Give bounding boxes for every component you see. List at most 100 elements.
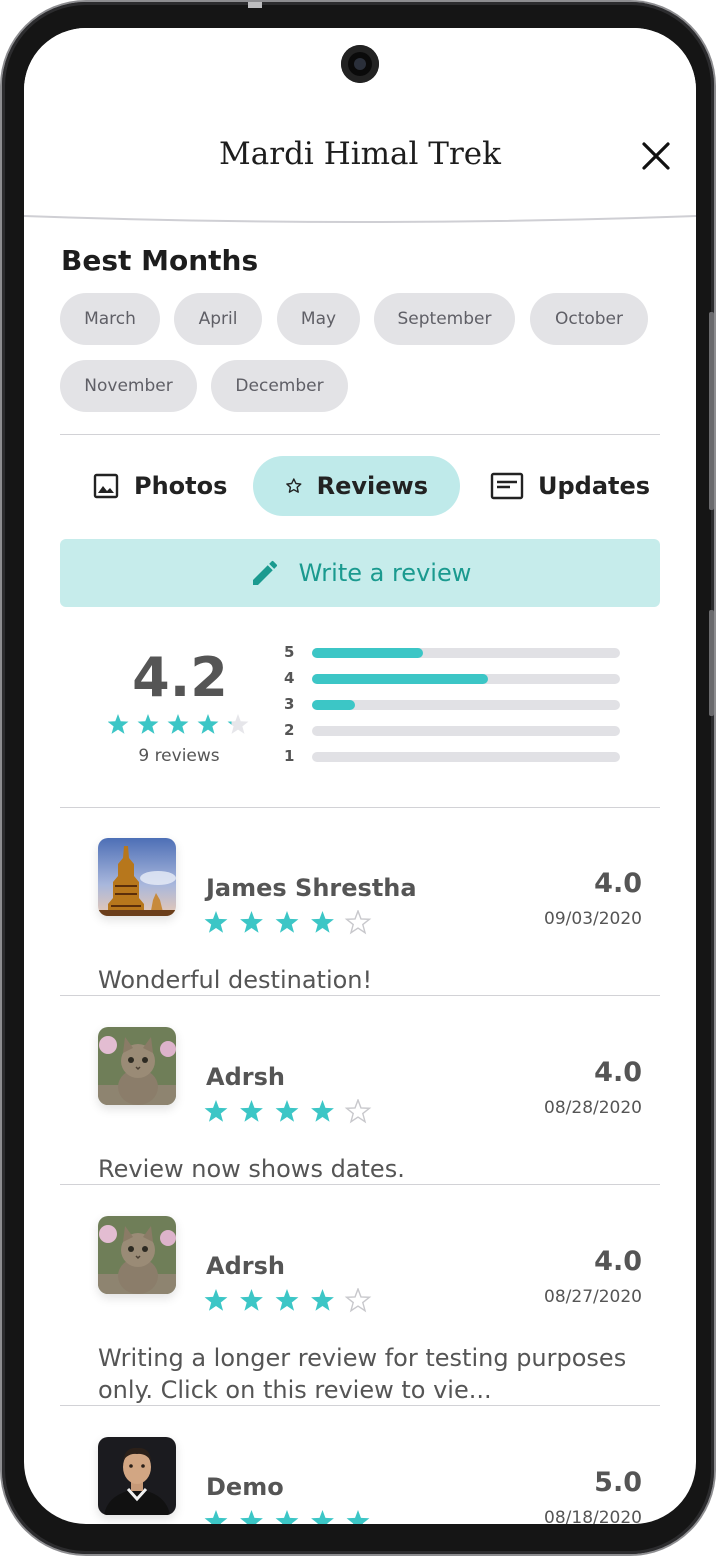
month-chip[interactable]: April: [174, 293, 262, 345]
image-icon: [93, 473, 119, 499]
review-date: 08/18/2020: [544, 1508, 642, 1524]
bar-track: [312, 648, 620, 658]
star-filled-icon: [204, 1510, 228, 1524]
avatar: [98, 1216, 176, 1294]
star-filled-icon: [311, 1100, 334, 1122]
write-review-label: Write a review: [298, 559, 472, 587]
tab-photos[interactable]: Photos: [92, 456, 227, 516]
rating-bar-5: 5: [284, 643, 624, 663]
bar-label: 1: [284, 747, 295, 765]
bar-fill: [312, 700, 356, 710]
star-empty-icon: [344, 1288, 372, 1313]
star-filled-icon: [346, 1510, 370, 1524]
divider: [60, 434, 660, 435]
star-filled-icon: [275, 1100, 299, 1122]
review-stars: [204, 910, 372, 935]
avatar: [98, 1027, 176, 1105]
phone-frame: Mardi Himal Trek Best Months March April…: [2, 2, 714, 1554]
volume-button: [709, 312, 714, 510]
reviewer-name: Adrsh: [206, 1063, 285, 1091]
divider: [60, 1405, 660, 1406]
star-filled-icon: [204, 911, 228, 933]
review-count: 9 reviews: [138, 746, 220, 766]
bar-track: [312, 700, 620, 710]
star-filled-icon: [240, 911, 263, 933]
star-filled-icon: [204, 1100, 228, 1122]
star-icon: [227, 714, 249, 734]
reviewer-name: Demo: [206, 1473, 284, 1501]
bar-label: 5: [284, 643, 295, 661]
review-score: 4.0: [594, 1057, 642, 1088]
month-chip[interactable]: May: [277, 293, 360, 345]
review-text: Review now shows dates.: [98, 1155, 405, 1183]
star-icon: [167, 714, 189, 734]
best-months-title: Best Months: [61, 244, 259, 277]
kitten-photo: [98, 1216, 176, 1294]
tab-reviews[interactable]: Reviews: [253, 456, 460, 516]
review-score: 4.0: [594, 868, 642, 899]
review-score: 4.0: [594, 1246, 642, 1277]
divider: [60, 995, 660, 996]
tab-label: Reviews: [316, 472, 428, 500]
star-outline-icon: [286, 478, 302, 493]
star-filled-icon: [204, 1289, 228, 1311]
header-shadow: [24, 215, 696, 223]
rating-bar-4: 4: [284, 669, 624, 689]
tab-updates[interactable]: Updates: [490, 456, 650, 516]
power-button: [709, 610, 714, 716]
star-filled-icon: [275, 1510, 299, 1524]
star-empty-icon: [344, 910, 372, 935]
review-stars: [204, 1099, 372, 1124]
month-chip[interactable]: December: [211, 360, 348, 412]
divider: [60, 1184, 660, 1185]
month-chip[interactable]: September: [374, 293, 515, 345]
review-text: Wonderful destination!: [98, 966, 373, 994]
bar-label: 3: [284, 695, 295, 713]
review-date: 08/28/2020: [544, 1098, 642, 1118]
review-text: Writing a longer review for testing purp…: [98, 1344, 627, 1404]
bar-fill: [312, 674, 488, 684]
article-icon: [490, 472, 524, 500]
reviewer-name: Adrsh: [206, 1252, 285, 1280]
kitten-photo: [98, 1027, 176, 1105]
star-filled-icon: [240, 1289, 263, 1311]
page-title: Mardi Himal Trek: [219, 136, 501, 172]
player-photo: [98, 1437, 176, 1515]
star-icon: [197, 714, 219, 734]
average-rating: 4.2: [132, 646, 228, 709]
avatar: [98, 1437, 176, 1515]
rating-bar-3: 3: [284, 695, 624, 715]
bar-track: [312, 674, 620, 684]
write-review-button[interactable]: Write a review: [60, 539, 660, 607]
temple-photo: [98, 838, 176, 916]
review-stars: [204, 1288, 372, 1313]
tab-label: Updates: [538, 472, 651, 500]
star-filled-icon: [311, 1289, 334, 1311]
review-date: 08/27/2020: [544, 1287, 642, 1307]
bar-label: 2: [284, 721, 295, 739]
month-chip[interactable]: March: [60, 293, 160, 345]
avatar: [98, 838, 176, 916]
bar-track: [312, 726, 620, 736]
star-icon: [137, 714, 159, 734]
front-camera: [341, 45, 379, 83]
divider: [60, 807, 660, 808]
close-icon[interactable]: [636, 136, 676, 176]
average-stars: [108, 714, 249, 734]
tab-label: Photos: [134, 472, 228, 500]
month-chip[interactable]: November: [60, 360, 197, 412]
review-score: 5.0: [594, 1467, 642, 1498]
rating-bar-2: 2: [284, 721, 624, 741]
star-empty-icon: [344, 1099, 372, 1124]
star-filled-icon: [240, 1100, 263, 1122]
reviewer-name: James Shrestha: [206, 874, 417, 902]
screen: Mardi Himal Trek Best Months March April…: [24, 28, 696, 1524]
star-filled-icon: [240, 1510, 263, 1524]
star-filled-icon: [311, 911, 334, 933]
month-chip[interactable]: October: [530, 293, 648, 345]
star-icon: [108, 714, 129, 734]
top-notch: [248, 2, 262, 8]
bar-label: 4: [284, 669, 295, 687]
bar-track: [312, 752, 620, 762]
pencil-icon: [252, 560, 277, 585]
